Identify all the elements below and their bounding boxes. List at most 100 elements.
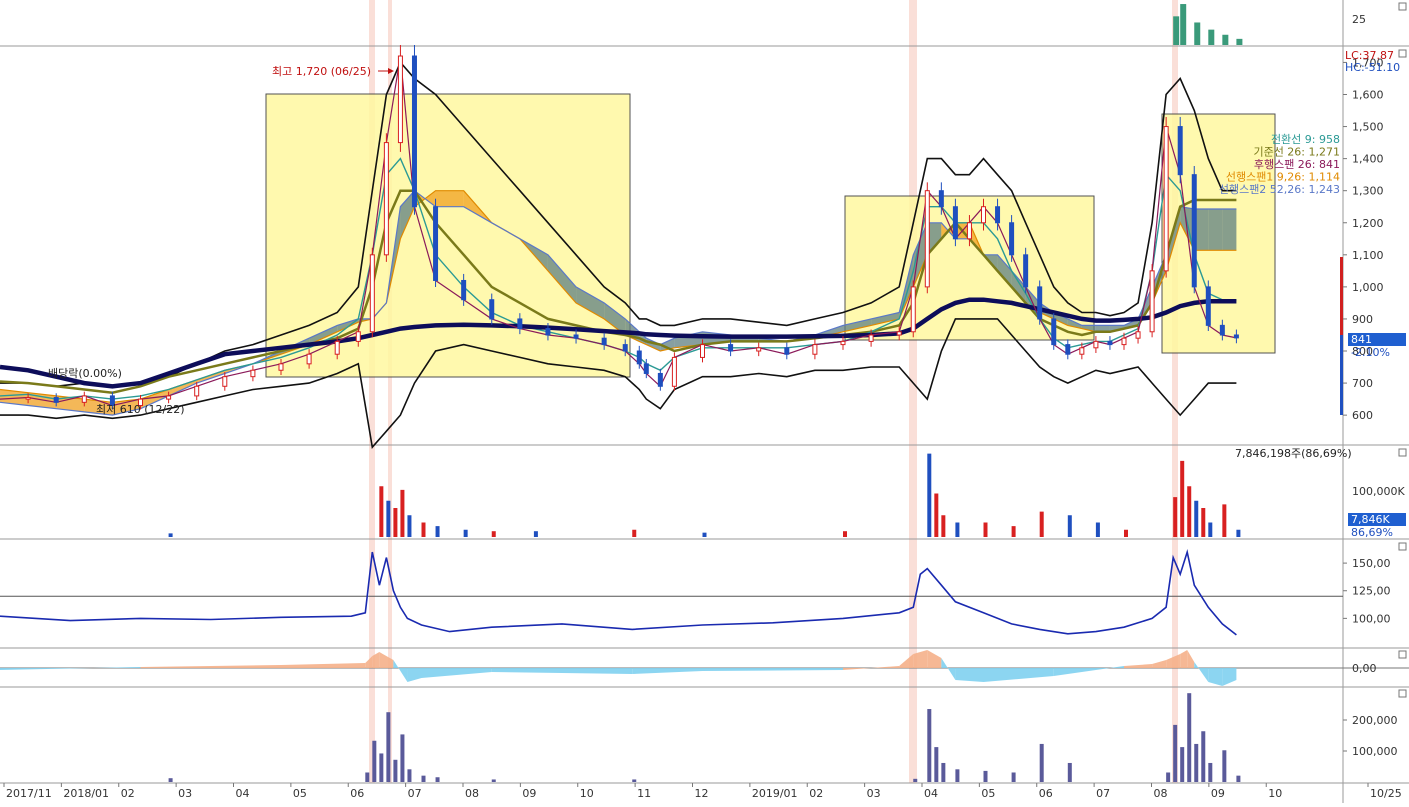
volume-bar (1173, 497, 1178, 537)
x-tick-label: 09 (522, 787, 536, 800)
candle-body (1023, 254, 1029, 288)
candle-body (397, 55, 403, 144)
bottom-volume-tick-label: 200,000 (1352, 714, 1398, 727)
volume-bar (702, 532, 707, 537)
x-tick-label: 12 (694, 787, 708, 800)
x-tick-label: 10/25 (1370, 787, 1402, 800)
bottom-volume-bar (1187, 693, 1192, 782)
candle-body (995, 206, 1001, 224)
bottom-volume-bar (927, 709, 932, 782)
x-tick-label: 07 (408, 787, 422, 800)
cloud-segment (1222, 208, 1237, 251)
bottom-volume-bar (1039, 743, 1044, 782)
candle-body (489, 299, 495, 320)
candle-body (636, 350, 642, 365)
volume-bar (1039, 511, 1044, 537)
candle-body (812, 344, 818, 355)
volume-bar (463, 529, 468, 537)
x-tick-label: 06 (350, 787, 364, 800)
bottom-volume-bar (393, 759, 398, 782)
candle-body (1233, 334, 1239, 339)
candle-body (671, 356, 677, 387)
top-panel-bar (1173, 16, 1180, 45)
legend-entry: 후행스팬 26: 841 (1254, 158, 1340, 171)
candle-body (1219, 324, 1225, 336)
volume-bar (1124, 529, 1128, 537)
candle-body (622, 344, 628, 352)
candle-body (868, 334, 874, 342)
top-axis-label: 25 (1352, 13, 1366, 26)
legend-entry: 선행스팬2 52,26: 1,243 (1219, 183, 1340, 196)
x-tick-label: 04 (235, 787, 249, 800)
candle-body (1121, 337, 1127, 346)
bottom-volume-bar (1173, 724, 1178, 782)
x-tick-label: 10 (580, 787, 594, 800)
bottom-volume-bar (955, 769, 960, 782)
low-annotation: 최저 610 (12/22) (96, 403, 185, 416)
top-panel-bar (1222, 34, 1229, 45)
candle-body (1177, 126, 1183, 176)
bottom-volume-bar (1067, 762, 1072, 782)
bottom-volume-bar (386, 712, 391, 782)
volume-current-pct: 86,69% (1351, 526, 1393, 539)
x-tick-label: 05 (293, 787, 307, 800)
candle-body (1135, 331, 1141, 339)
volume-max-label: 7,846,198주(86,69%) (1235, 447, 1352, 460)
candle-body (756, 347, 762, 352)
stock-chart: 25 1,7001,6001,5001,4001,3001,2001,1001,… (0, 0, 1409, 803)
bottom-volume-bar (1201, 731, 1206, 782)
candle-body (250, 369, 256, 378)
bottom-volume-bar (400, 734, 405, 782)
volume-bar (1201, 508, 1206, 537)
bottom-volume-bar (1222, 750, 1227, 782)
candle-body (433, 206, 439, 281)
volume-bar (1208, 522, 1213, 537)
osc-zero-label: 0,00 (1352, 662, 1377, 675)
candle-body (461, 279, 467, 301)
candle-body (517, 318, 523, 330)
price-tick-label: 1,500 (1352, 121, 1384, 134)
x-tick-label: 10 (1268, 787, 1282, 800)
candle-body (966, 222, 972, 240)
candle-body (1093, 340, 1099, 349)
bottom-volume-tick-label: 100,000 (1352, 745, 1398, 758)
candle-body (700, 344, 705, 358)
x-tick-label: 11 (637, 787, 651, 800)
volume-bar (983, 522, 988, 537)
volume-bar (1095, 522, 1100, 537)
price-tick-label: 700 (1352, 377, 1373, 390)
candle-body (981, 206, 986, 224)
hc-bar (1340, 335, 1343, 415)
cloud-segment (1208, 208, 1223, 251)
candle-body (924, 190, 930, 288)
volume-current-label: 7,846K (1351, 513, 1390, 526)
price-tick-label: 600 (1352, 409, 1373, 422)
x-tick-label: 2018/01 (63, 787, 109, 800)
volume-bar (393, 508, 398, 537)
x-tick-label: 08 (465, 787, 479, 800)
bottom-volume-bar (983, 770, 988, 782)
osc-area-segment (955, 668, 984, 682)
x-tick-label: 02 (121, 787, 135, 800)
candle-body (1205, 286, 1211, 326)
current-change-label: -2.10% (1351, 346, 1390, 359)
indicator-tick-label: 100,00 (1352, 612, 1391, 625)
volume-bar (941, 515, 946, 537)
dividend-annotation: 배당락(0.00%) (48, 367, 122, 380)
candle-body (910, 286, 916, 333)
x-tick-label: 2017/11 (6, 787, 52, 800)
candle-body (306, 353, 312, 365)
x-tick-label: 03 (178, 787, 192, 800)
bottom-volume-bar (168, 778, 173, 782)
bottom-volume-bar (491, 779, 496, 782)
volume-bar (1187, 486, 1192, 537)
legend-entry: 선행스팬1 9,26: 1,114 (1226, 171, 1340, 184)
indicator-tick-label: 125,00 (1352, 585, 1391, 598)
candle-body (194, 385, 200, 397)
volume-bar (927, 453, 932, 537)
price-tick-label: 1,600 (1352, 88, 1384, 101)
candle-body (166, 395, 172, 400)
bottom-volume-bar (1011, 772, 1016, 782)
bottom-volume-bar (1208, 762, 1213, 782)
candle-body (1191, 174, 1197, 288)
